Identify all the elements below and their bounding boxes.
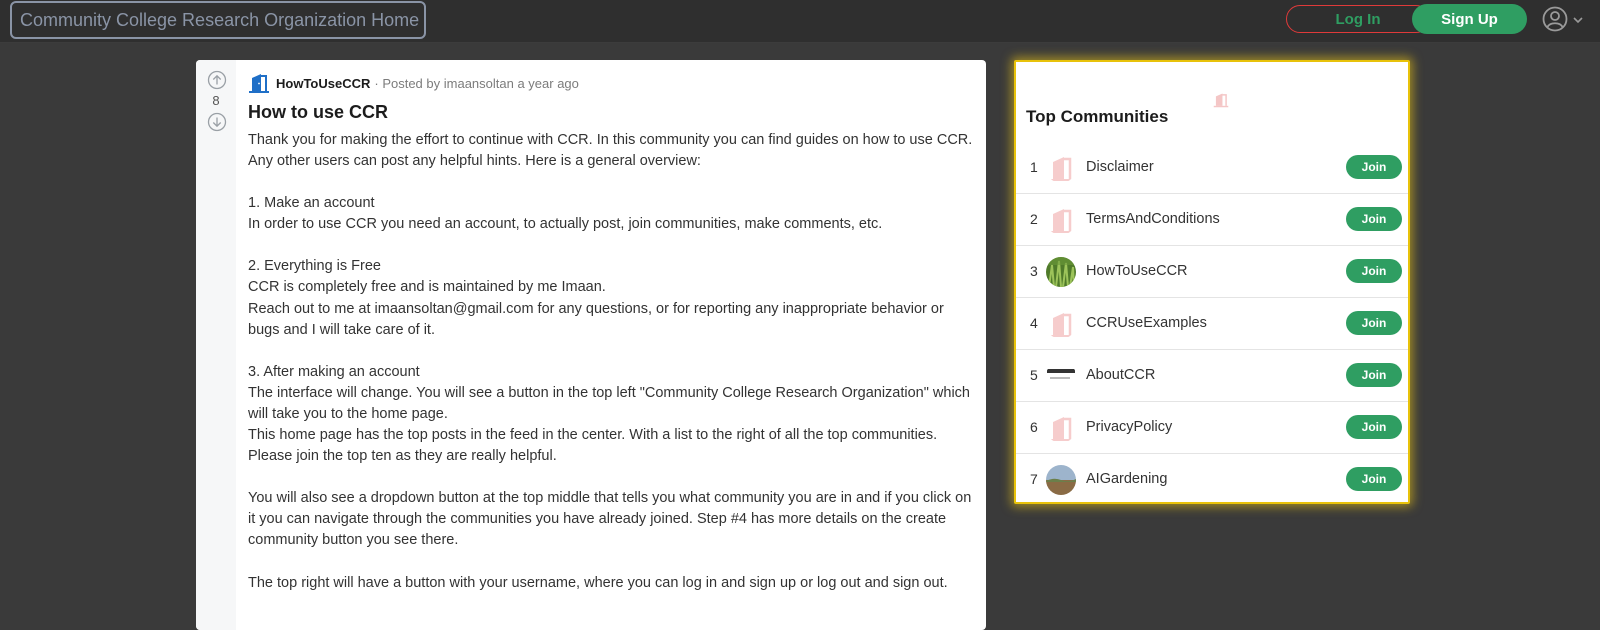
user-circle-icon (1542, 6, 1568, 32)
downvote-icon[interactable] (207, 112, 227, 132)
post-card[interactable]: 8 HowToUseCCR · Posted by imaansoltan a … (196, 60, 986, 630)
door-icon (249, 74, 269, 93)
join-button[interactable]: Join (1346, 311, 1402, 335)
post-body-line: You will also see a dropdown button at t… (248, 490, 972, 549)
door-icon (1213, 93, 1229, 108)
door-icon (1046, 413, 1076, 443)
chevron-down-icon (1573, 17, 1583, 24)
community-name-link[interactable]: AboutCCR (1086, 367, 1155, 383)
community-rank: 1 (1030, 159, 1038, 175)
community-name-link[interactable]: HowToUseCCR (1086, 263, 1188, 279)
community-rank: 3 (1030, 263, 1038, 279)
post-body: Thank you for making the effort to conti… (248, 130, 976, 594)
community-row[interactable]: 4 CCRUseExamples Join (1016, 298, 1408, 350)
community-rank: 6 (1030, 419, 1038, 435)
post-body-line: 3. After making an account (248, 363, 420, 380)
community-row[interactable]: 7 AIGardening Join (1016, 454, 1408, 506)
community-rank: 2 (1030, 211, 1038, 227)
community-row[interactable]: 1 Disclaimer Join (1016, 142, 1408, 194)
post-title[interactable]: How to use CCR (248, 102, 388, 123)
post-body-line: CCR is completely free and is maintained… (248, 279, 606, 296)
sidebar-title: Top Communities (1026, 107, 1169, 126)
community-row[interactable]: 2 TermsAndConditions Join (1016, 194, 1408, 246)
home-button[interactable]: Community College Research Organization … (10, 1, 426, 39)
join-button[interactable]: Join (1346, 259, 1402, 283)
community-avatar (1046, 361, 1076, 391)
join-button[interactable]: Join (1346, 363, 1402, 387)
post-body-line: Thank you for making the effort to conti… (248, 132, 973, 170)
top-communities-widget: Top Communities 1 Disclaimer Join 2 TermsAnd… (1014, 60, 1410, 504)
join-button[interactable]: Join (1346, 415, 1402, 439)
top-navbar: Community College Research Organization … (0, 0, 1600, 43)
post-body-line: In order to use CCR you need an account,… (248, 216, 883, 233)
post-meta: HowToUseCCR · Posted by imaansoltan a ye… (248, 71, 579, 95)
community-name-link[interactable]: PrivacyPolicy (1086, 419, 1172, 435)
user-menu-button[interactable] (1542, 6, 1594, 34)
upvote-icon[interactable] (207, 70, 227, 90)
vote-column: 8 (196, 60, 236, 630)
community-row[interactable]: 3 HowToUseCCR Join (1016, 246, 1408, 298)
post-community-link[interactable]: HowToUseCCR (276, 76, 370, 91)
community-list: 1 Disclaimer Join 2 TermsAndConditions Join 3 H… (1016, 142, 1408, 506)
post-body-line: Reach out to me at imaansoltan@gmail.com… (248, 300, 944, 338)
post-author-time: · Posted by imaansoltan a year ago (374, 75, 579, 91)
community-name-link[interactable]: CCRUseExamples (1086, 315, 1207, 331)
community-avatar (1046, 465, 1076, 495)
community-name-link[interactable]: TermsAndConditions (1086, 211, 1220, 227)
join-button[interactable]: Join (1346, 207, 1402, 231)
post-body-line: The interface will change. You will see … (248, 384, 970, 422)
join-button[interactable]: Join (1346, 467, 1402, 491)
community-avatar (1046, 257, 1076, 287)
community-rank: 7 (1030, 471, 1038, 487)
signup-button[interactable]: Sign Up (1412, 4, 1527, 34)
community-row[interactable]: 6 PrivacyPolicy Join (1016, 402, 1408, 454)
vote-count: 8 (212, 93, 220, 108)
community-rank: 5 (1030, 367, 1038, 383)
door-icon (1046, 309, 1076, 339)
post-body-line: 2. Everything is Free (248, 258, 381, 275)
login-button[interactable]: Log In (1286, 5, 1430, 33)
join-button[interactable]: Join (1346, 155, 1402, 179)
community-name-link[interactable]: Disclaimer (1086, 159, 1154, 175)
post-body-line: The top right will have a button with yo… (248, 574, 948, 591)
post-body-line: 1. Make an account (248, 195, 375, 212)
community-row[interactable]: 5 AboutCCR Join (1016, 350, 1408, 402)
post-body-line: This home page has the top posts in the … (248, 427, 938, 465)
door-icon (1046, 205, 1076, 235)
community-name-link[interactable]: AIGardening (1086, 471, 1167, 487)
community-rank: 4 (1030, 315, 1038, 331)
door-icon (1046, 153, 1076, 183)
